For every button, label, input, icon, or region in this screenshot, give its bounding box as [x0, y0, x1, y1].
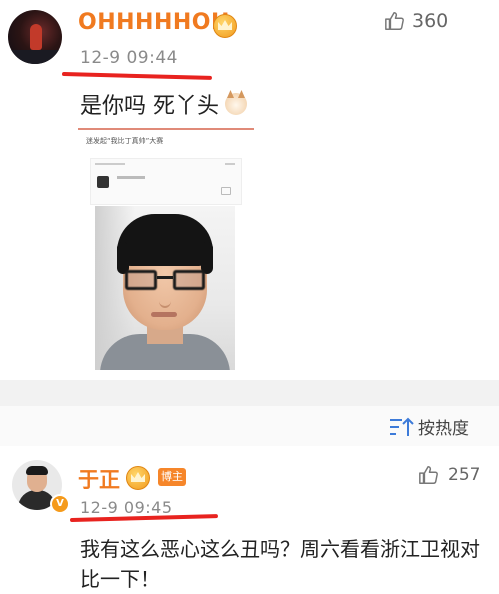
timestamp: 12-9 09:44: [80, 48, 178, 68]
comment-image[interactable]: 迷发起“我比丁真帅”大赛: [78, 128, 254, 372]
thumbs-up-icon: [385, 12, 404, 30]
timestamp: 12-9 09:45: [80, 498, 173, 517]
comment-text: 是你吗 死丫头: [80, 94, 219, 119]
image-header-text: 迷发起“我比丁真帅”大赛: [86, 137, 164, 145]
like-button[interactable]: 360: [384, 10, 448, 32]
screenshot-page: OHHHHHOH 360 12-9 09:44 是你吗 死丫头 迷发起“我比丁真…: [0, 0, 499, 594]
section-divider: [0, 380, 499, 406]
comment-item: OHHHHHOH 360 12-9 09:44 是你吗 死丫头 迷发起“我比丁真…: [0, 0, 499, 380]
image-post-card: [90, 158, 242, 205]
sort-icon: [390, 417, 414, 436]
comment-item: V 于正 博主 257 12-9 09:45 我有这么恶心这么丑吗？周六看看浙江…: [0, 446, 499, 594]
like-button[interactable]: 257: [418, 464, 480, 486]
avatar-floor: [8, 50, 62, 64]
avatar-figure: [30, 24, 42, 50]
username[interactable]: 于正: [78, 464, 120, 494]
thumbs-up-icon: [419, 466, 438, 484]
verified-badge-icon: V: [50, 494, 70, 514]
avatar[interactable]: [8, 10, 62, 64]
comment-text: 我有这么恶心这么丑吗？周六看看浙江卫视对比一下！: [80, 537, 480, 591]
author-tag: 博主: [158, 468, 186, 486]
crown-badge-icon: [126, 466, 150, 490]
username[interactable]: OHHHHHOH: [78, 10, 230, 35]
crown-badge-icon: [213, 14, 237, 38]
cat-face-emoji: [225, 93, 247, 115]
like-count: 257: [448, 465, 481, 485]
image-header-line: [78, 128, 254, 130]
sort-bar: 按热度: [0, 406, 499, 446]
sort-by-heat-button[interactable]: 按热度: [388, 414, 469, 439]
like-count: 360: [412, 10, 449, 32]
selfie-photo: [95, 206, 235, 370]
sort-label: 按热度: [418, 419, 469, 439]
highlight-underline: [61, 72, 213, 80]
comment-text-row: 是你吗 死丫头: [80, 88, 247, 120]
